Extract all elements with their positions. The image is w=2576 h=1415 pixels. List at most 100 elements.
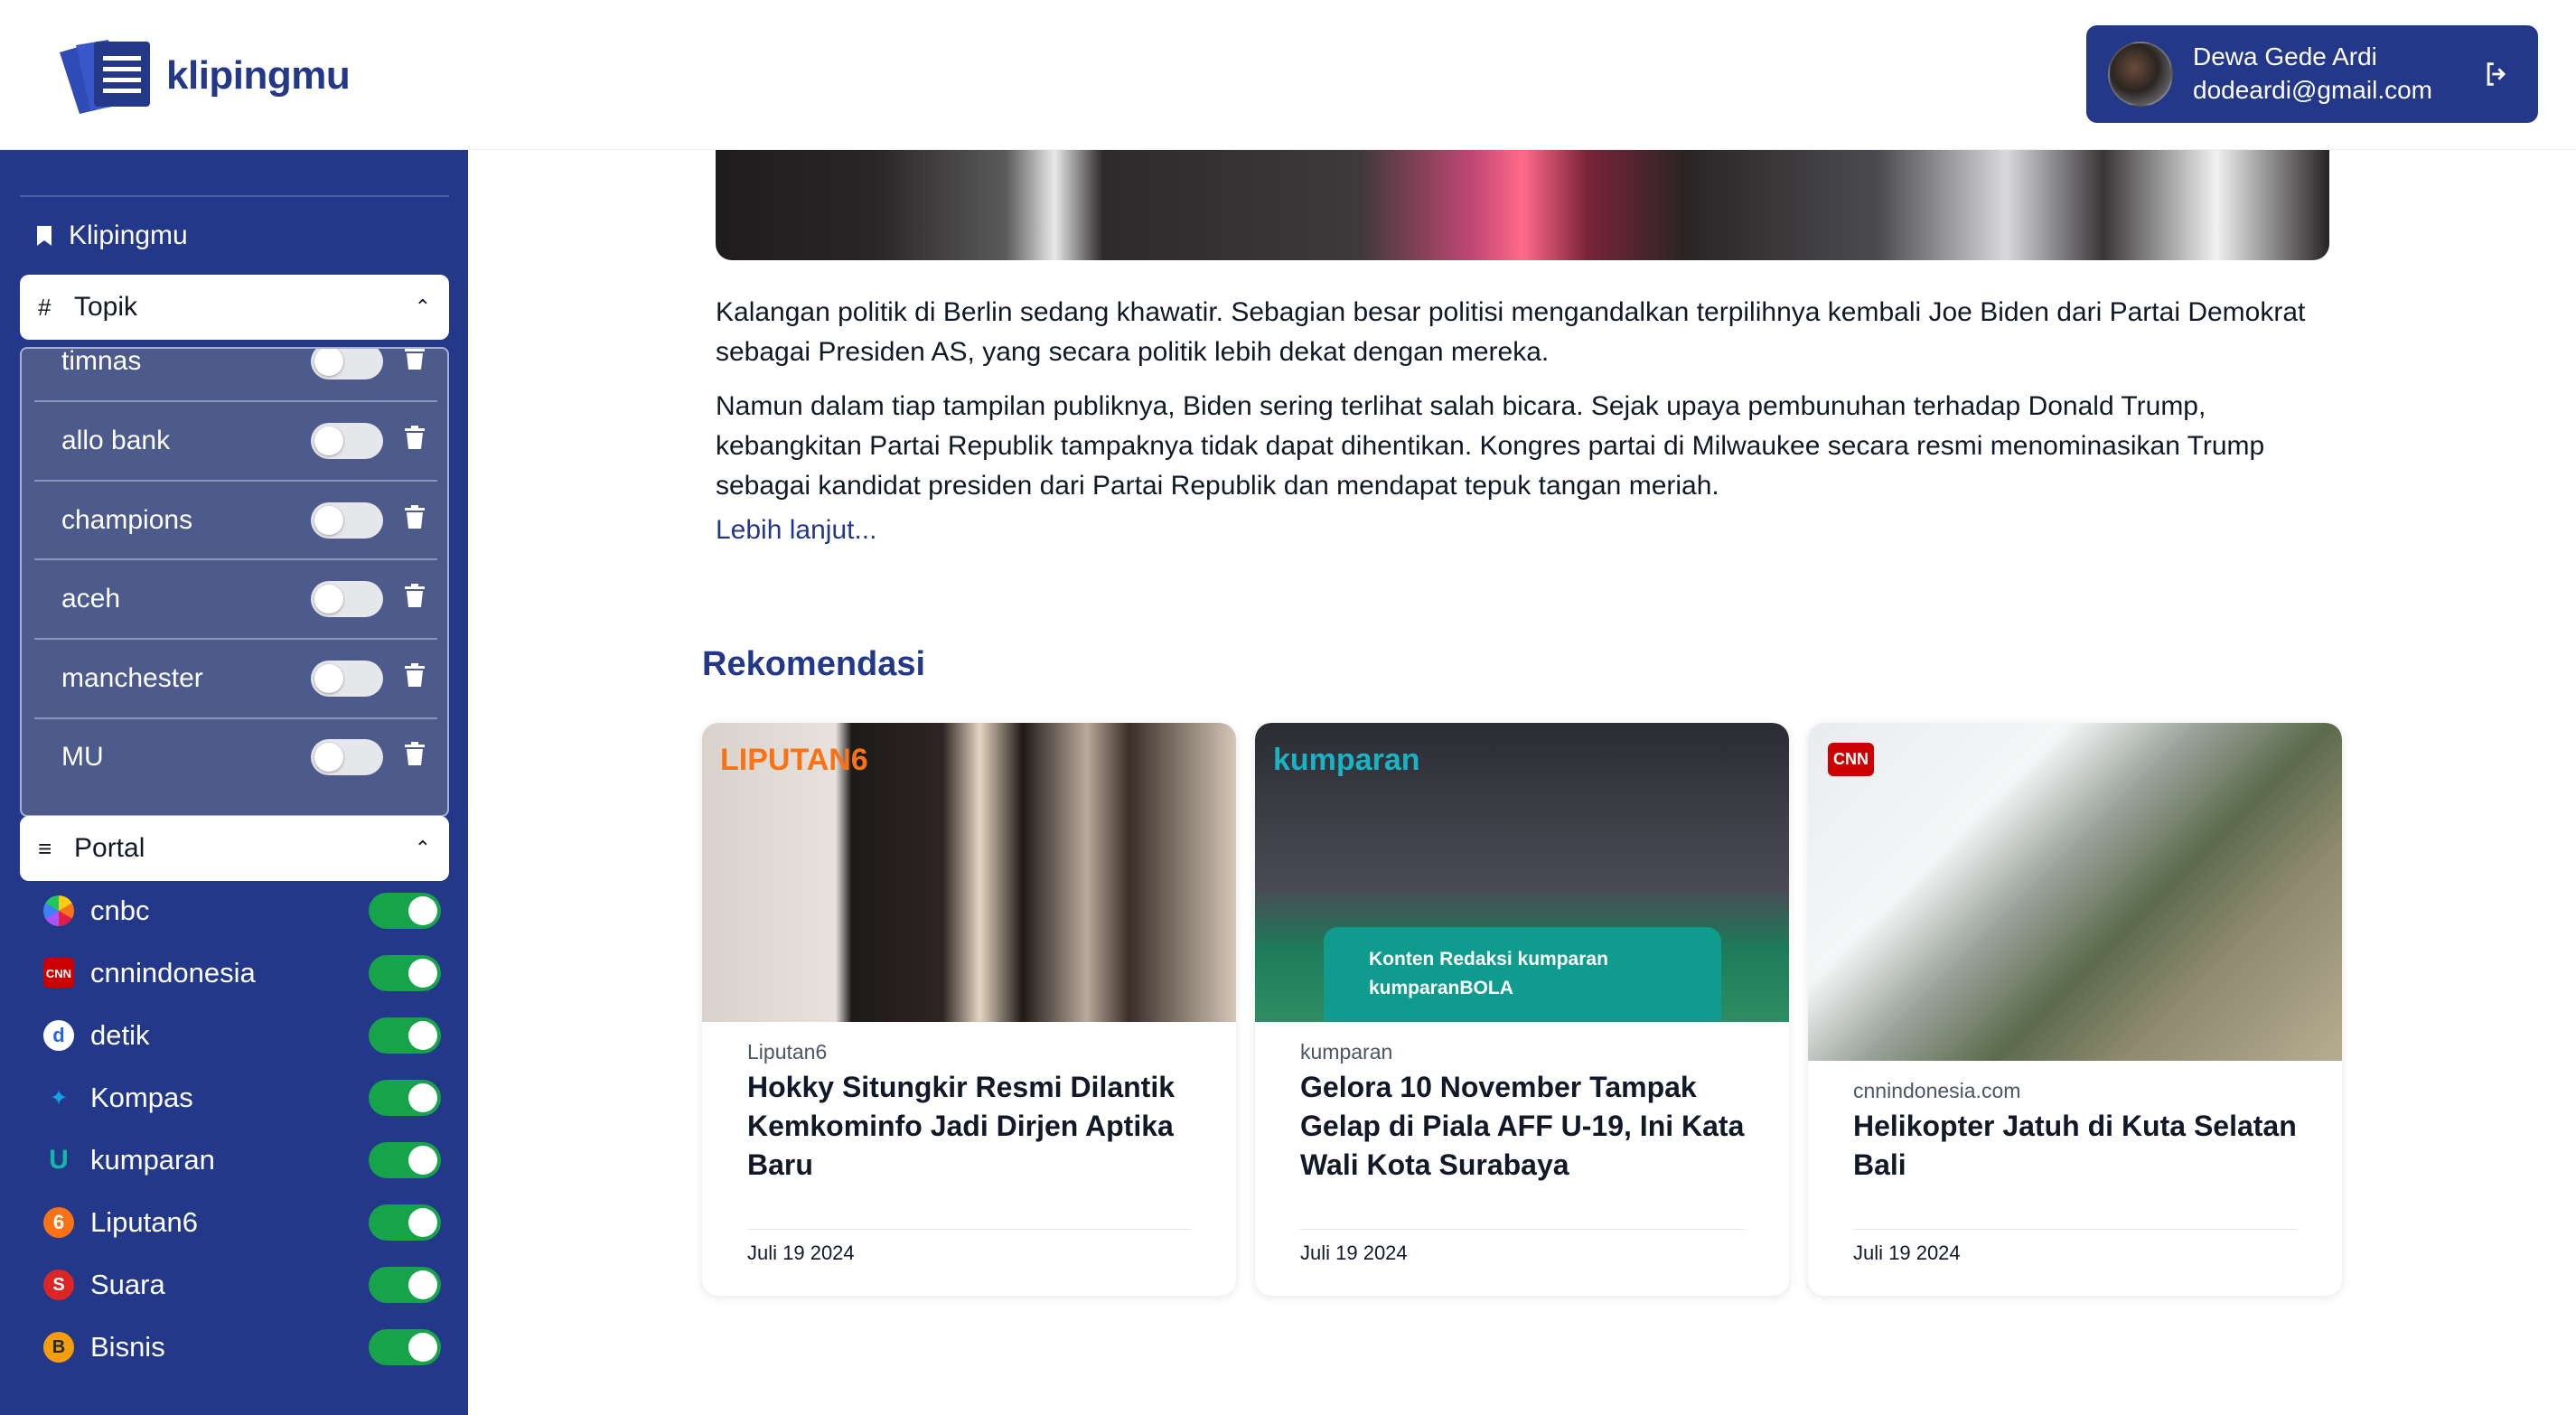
topic-item: MU [34, 717, 437, 796]
cnn-icon: CNN [43, 958, 74, 989]
topic-label: MU [61, 741, 104, 772]
bookmark-icon [37, 226, 52, 246]
avatar [2108, 42, 2173, 107]
trash-icon[interactable] [405, 505, 425, 529]
topic-item: manchester [34, 639, 437, 717]
card-source: Liputan6 [747, 1040, 828, 1064]
menu-icon: ≡ [38, 834, 52, 862]
topic-toggle[interactable] [311, 502, 383, 539]
card-source: kumparan [1300, 1040, 1393, 1064]
cnn-logo: CNN [1828, 743, 1874, 776]
liputan6-logo: LIPUTAN6 [720, 743, 868, 777]
kompas-icon: ✦ [49, 1085, 69, 1110]
topic-item: allo bank [34, 401, 437, 480]
divider [747, 1229, 1192, 1230]
kumparan-icon: U [49, 1145, 69, 1175]
sidebar-divider [20, 195, 449, 197]
topic-toggle[interactable] [311, 349, 383, 380]
sidebar-item-klipingmu[interactable]: Klipingmu [36, 220, 188, 251]
read-more-link[interactable]: Lebih lanjut... [716, 515, 876, 546]
portal-toggle[interactable] [369, 1080, 441, 1116]
topic-list: timnas allo bank champions aceh manchest… [20, 347, 449, 817]
trash-icon[interactable] [405, 584, 425, 607]
topic-toggle[interactable] [311, 661, 383, 697]
recommendation-card[interactable]: CNN cnnindonesia.com Helikopter Jatuh di… [1808, 723, 2342, 1296]
card-title: Gelora 10 November Tampak Gelap di Piala… [1300, 1071, 1745, 1181]
topic-toggle[interactable] [311, 581, 383, 617]
portal-toggle[interactable] [369, 1017, 441, 1054]
portal-label: Portal [74, 833, 145, 863]
card-title: Hokky Situngkir Resmi Dilantik Kemkominf… [747, 1071, 1176, 1181]
card-image: kumparan Konten Redaksi kumparan kumpara… [1255, 723, 1789, 1022]
logout-icon[interactable] [2482, 59, 2513, 89]
article-image [716, 150, 2329, 260]
trash-icon[interactable] [405, 426, 425, 449]
top-header: klipingmu Dewa Gede Ardi dodeardi@gmail.… [0, 0, 2576, 150]
suara-icon: S [43, 1270, 74, 1300]
article-paragraph: Kalangan politik di Berlin sedang khawat… [716, 297, 2306, 367]
overlay-line: Konten Redaksi kumparan [1369, 949, 1608, 970]
recommendation-card[interactable]: kumparan Konten Redaksi kumparan kumpara… [1255, 723, 1789, 1296]
card-date: Juli 19 2024 [1853, 1242, 1961, 1264]
card-title: Helikopter Jatuh di Kuta Selatan Bali [1853, 1110, 2297, 1181]
chevron-up-icon[interactable]: ⌃ [415, 837, 431, 860]
liputan6-icon: 6 [43, 1207, 74, 1238]
card-image: LIPUTAN6 [702, 723, 1236, 1022]
user-email: dodeardi@gmail.com [2193, 76, 2432, 104]
portal-item-cnnindonesia: CNN cnnindonesia [43, 951, 441, 995]
portal-item-kompas: ✦ Kompas [43, 1076, 441, 1120]
brand-name: klipingmu [166, 53, 351, 98]
topik-section-header[interactable]: # Topik ⌃ [20, 275, 449, 340]
portal-item-liputan6: 6 Liputan6 [43, 1201, 441, 1244]
bisnis-icon: B [43, 1332, 74, 1363]
topic-item: timnas [34, 347, 437, 400]
recommendation-card[interactable]: LIPUTAN6 Liputan6 Hokky Situngkir Resmi … [702, 723, 1236, 1296]
sidebar: Klipingmu # Topik ⌃ timnas allo bank cha… [0, 150, 468, 1415]
portal-item-kumparan: U kumparan [43, 1139, 441, 1182]
sidebar-item-label: Klipingmu [69, 220, 188, 250]
card-source: cnnindonesia.com [1853, 1079, 2021, 1102]
content-label-overlay: Konten Redaksi kumparan kumparanBOLA [1324, 927, 1721, 1021]
detik-icon: d [43, 1020, 74, 1051]
trash-icon[interactable] [405, 742, 425, 765]
portal-item-suara: S Suara [43, 1263, 441, 1307]
kumparan-logo: kumparan [1273, 743, 1420, 777]
portal-item-cnbc: cnbc [43, 889, 441, 932]
topic-item: aceh [34, 559, 437, 638]
newspaper-logo-icon [60, 40, 150, 114]
trash-icon[interactable] [405, 347, 425, 370]
recommendation-title: Rekomendasi [702, 645, 926, 683]
trash-icon[interactable] [405, 663, 425, 687]
topic-label: timnas [61, 347, 142, 376]
cnbc-peacock-icon [43, 895, 74, 926]
topic-label: manchester [61, 662, 203, 693]
portal-toggle[interactable] [369, 1329, 441, 1365]
topic-label: aceh [61, 583, 121, 614]
topic-toggle[interactable] [311, 423, 383, 459]
article-paragraph: Namun dalam tiap tampilan publiknya, Bid… [716, 391, 2265, 501]
article-body: Kalangan politik di Berlin sedang khawat… [716, 293, 2333, 520]
topic-label: allo bank [61, 425, 171, 455]
topic-toggle[interactable] [311, 739, 383, 775]
topik-label: Topik [74, 292, 138, 322]
portal-toggle[interactable] [369, 893, 441, 929]
portal-toggle[interactable] [369, 1267, 441, 1303]
portal-toggle[interactable] [369, 1204, 441, 1241]
card-image: CNN [1808, 723, 2342, 1061]
card-date: Juli 19 2024 [747, 1242, 855, 1264]
portal-item-detik: d detik [43, 1014, 441, 1057]
topic-label: champions [61, 504, 193, 535]
chevron-up-icon[interactable]: ⌃ [415, 295, 431, 319]
hash-icon: # [38, 293, 52, 321]
portal-toggle[interactable] [369, 1142, 441, 1178]
user-profile-card[interactable]: Dewa Gede Ardi dodeardi@gmail.com [2086, 25, 2538, 123]
app-logo[interactable]: klipingmu [56, 36, 351, 116]
topic-item: champions [34, 481, 437, 559]
portal-toggle[interactable] [369, 955, 441, 991]
portal-section-header[interactable]: ≡ Portal ⌃ [20, 816, 449, 881]
card-date: Juli 19 2024 [1300, 1242, 1408, 1264]
portal-item-bisnis: B Bisnis [43, 1326, 441, 1369]
user-info: Dewa Gede Ardi dodeardi@gmail.com [2193, 41, 2482, 108]
user-name: Dewa Gede Ardi [2193, 42, 2377, 70]
overlay-line: kumparanBOLA [1369, 978, 1513, 998]
